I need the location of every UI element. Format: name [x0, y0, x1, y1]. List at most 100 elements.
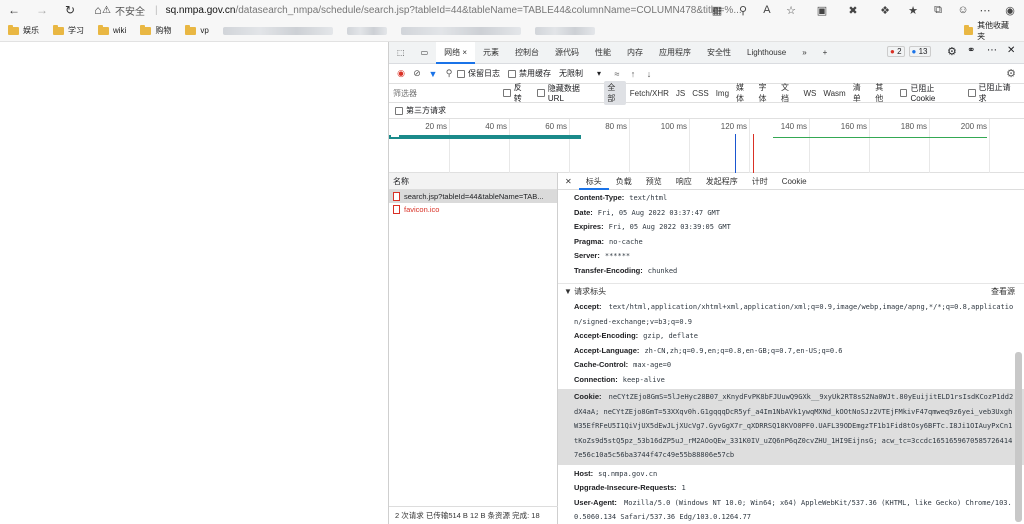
favorites-icon[interactable]: ★	[903, 1, 923, 19]
filter-icon[interactable]: ▼	[425, 64, 441, 84]
connect-icon[interactable]: ⚭	[967, 45, 975, 56]
detail-scrollbar[interactable]	[1015, 352, 1022, 522]
tab-initiator[interactable]: 发起程序	[699, 173, 745, 190]
network-settings-icon[interactable]: ⚙	[1003, 64, 1019, 84]
filter-type-font[interactable]: 字体	[756, 81, 777, 105]
tab-memory[interactable]: 内存	[619, 42, 651, 64]
hide-data-url-checkbox[interactable]: 隐藏数据 URL	[537, 83, 596, 103]
network-timeline[interactable]: 20 ms 40 ms 60 ms 80 ms 100 ms 120 ms 14…	[389, 119, 1024, 173]
third-party-row: 第三方请求	[389, 103, 1024, 119]
name-column-header[interactable]: 名称	[389, 173, 557, 190]
more-options-icon[interactable]: ⋯	[987, 45, 997, 56]
tab-cookies[interactable]: Cookie	[775, 173, 814, 190]
bookmark-folder-wiki[interactable]: wiki	[98, 24, 126, 35]
filter-row: 反转 隐藏数据 URL 全部 Fetch/XHR JS CSS Img 媒体 字…	[389, 81, 1024, 105]
back-icon[interactable]: ←	[0, 0, 28, 20]
response-header-row: Date: Fri, 05 Aug 2022 03:37:47 GMT	[574, 207, 720, 217]
close-detail-icon[interactable]: ✕	[558, 173, 579, 190]
extensions-puzzle-icon[interactable]: ❖	[875, 1, 895, 19]
bookmark-folder-other[interactable]: 其他收藏夹	[964, 20, 1010, 42]
tab-lighthouse[interactable]: Lighthouse	[739, 42, 794, 64]
tab-headers[interactable]: 标头	[578, 173, 609, 190]
timeline-bar-document	[389, 135, 581, 139]
url-separator: |	[154, 4, 158, 16]
blurred-bookmarks	[400, 26, 521, 35]
filter-input[interactable]	[393, 86, 503, 100]
zoom-icon[interactable]: ⚲	[733, 1, 753, 19]
request-header-row: User-Agent: Mozilla/5.0 (Windows NT 10.0…	[574, 497, 1012, 522]
throttle-select[interactable]: 无限制 ▾	[559, 68, 601, 79]
filter-type-manifest[interactable]: 清单	[850, 81, 871, 105]
add-tab-icon[interactable]: +	[815, 42, 836, 64]
favorite-star-icon[interactable]: ☆	[781, 1, 801, 19]
timeline-tick-label: 160 ms	[840, 122, 867, 131]
filter-type-media[interactable]: 媒体	[733, 81, 754, 105]
tab-application[interactable]: 应用程序	[651, 42, 699, 64]
preserve-log-checkbox[interactable]: 保留日志	[457, 68, 500, 79]
refresh-icon[interactable]: ↻	[56, 0, 84, 20]
bookmark-folder-shopping[interactable]: 购物	[140, 24, 171, 36]
tab-timing[interactable]: 计时	[745, 173, 775, 190]
inspect-element-icon[interactable]: ⬚	[389, 42, 413, 64]
profile-icon[interactable]: ☺	[953, 1, 973, 19]
request-header-row: Accept-Encoding: gzip, deflate	[574, 331, 698, 340]
error-icon: ●	[890, 47, 895, 56]
tab-network[interactable]: 网络 ×	[436, 41, 476, 64]
invert-checkbox[interactable]: 反转	[503, 82, 529, 104]
url-bar[interactable]: ⚠ 不安全 | sq.nmpa.gov.cn /datasearch_nmpa/…	[102, 2, 802, 18]
edge-logo-icon[interactable]: ◉	[1000, 1, 1020, 19]
dom-content-loaded-line	[735, 134, 736, 173]
extension-icon[interactable]: ▣	[812, 1, 832, 19]
clear-icon[interactable]: ⊘	[409, 64, 425, 84]
apps-grid-icon[interactable]: ▦	[707, 1, 727, 19]
tab-sources[interactable]: 源代码	[547, 42, 587, 64]
filter-type-ws[interactable]: WS	[800, 88, 819, 99]
message-badge[interactable]: ● 13	[908, 46, 931, 57]
tab-elements[interactable]: 元素	[475, 42, 507, 64]
forward-icon[interactable]: →	[28, 0, 56, 20]
error-badge[interactable]: ● 2	[887, 46, 905, 57]
filter-type-all[interactable]: 全部	[604, 81, 626, 105]
filter-type-doc[interactable]: 文档	[778, 81, 799, 105]
filter-type-js[interactable]: JS	[673, 88, 688, 99]
filter-type-img[interactable]: Img	[713, 88, 732, 99]
more-tabs-icon[interactable]: »	[794, 42, 814, 64]
search-icon[interactable]: ⚲	[441, 64, 457, 84]
collections-icon[interactable]: ⧉	[928, 1, 948, 19]
close-circle-icon[interactable]: ✖	[843, 1, 863, 19]
filter-type-xhr[interactable]: Fetch/XHR	[627, 88, 672, 99]
tab-security[interactable]: 安全性	[699, 42, 739, 64]
filter-type-other[interactable]: 其他	[872, 81, 893, 105]
tab-console[interactable]: 控制台	[507, 42, 547, 64]
device-toolbar-icon[interactable]: ▭	[413, 42, 437, 64]
disable-cache-checkbox[interactable]: 禁用缓存	[508, 68, 551, 79]
tab-preview[interactable]: 预览	[639, 173, 669, 190]
settings-gear-icon[interactable]: ⚙	[947, 45, 957, 58]
cookie-header-row[interactable]: Cookie: neCYtZEjo8GmS=5lJeHyc28B07_xKnyd…	[558, 389, 1024, 465]
folder-icon	[98, 24, 109, 35]
request-row[interactable]: search.jsp?tableId=44&tableName=TAB...	[389, 190, 557, 203]
download-icon[interactable]: ↓	[641, 64, 657, 84]
bookmark-folder-study[interactable]: 学习	[53, 24, 84, 36]
view-source-link[interactable]: 查看源	[991, 286, 1015, 297]
filter-type-css[interactable]: CSS	[689, 88, 711, 99]
tab-response[interactable]: 响应	[669, 173, 699, 190]
blurred-bookmarks	[534, 26, 595, 35]
request-row[interactable]: favicon.ico	[389, 203, 557, 216]
read-aloud-icon[interactable]: A	[758, 1, 778, 19]
blocked-requests-checkbox[interactable]: 已阻止请求	[967, 82, 1017, 104]
tab-performance[interactable]: 性能	[587, 42, 619, 64]
url-path: /datasearch_nmpa/schedule/search.jsp?tab…	[235, 4, 742, 16]
timeline-tick-label: 20 ms	[425, 122, 447, 131]
request-headers-section[interactable]: ▼ 请求标头 查看源	[558, 283, 1024, 298]
third-party-checkbox[interactable]: 第三方请求	[395, 105, 446, 116]
tab-payload[interactable]: 负载	[609, 173, 639, 190]
blocked-cookies-checkbox[interactable]: 已阻止 Cookie	[899, 83, 960, 103]
filter-type-wasm[interactable]: Wasm	[820, 88, 848, 99]
upload-icon[interactable]: ↑	[625, 64, 641, 84]
record-icon[interactable]: ◉	[393, 64, 409, 84]
close-devtools-icon[interactable]: ✕	[1007, 45, 1015, 56]
bookmark-folder-vp[interactable]: vp	[185, 24, 209, 35]
bookmark-folder-entertainment[interactable]: 娱乐	[8, 24, 39, 36]
more-menu-icon[interactable]: ⋯	[975, 1, 995, 19]
